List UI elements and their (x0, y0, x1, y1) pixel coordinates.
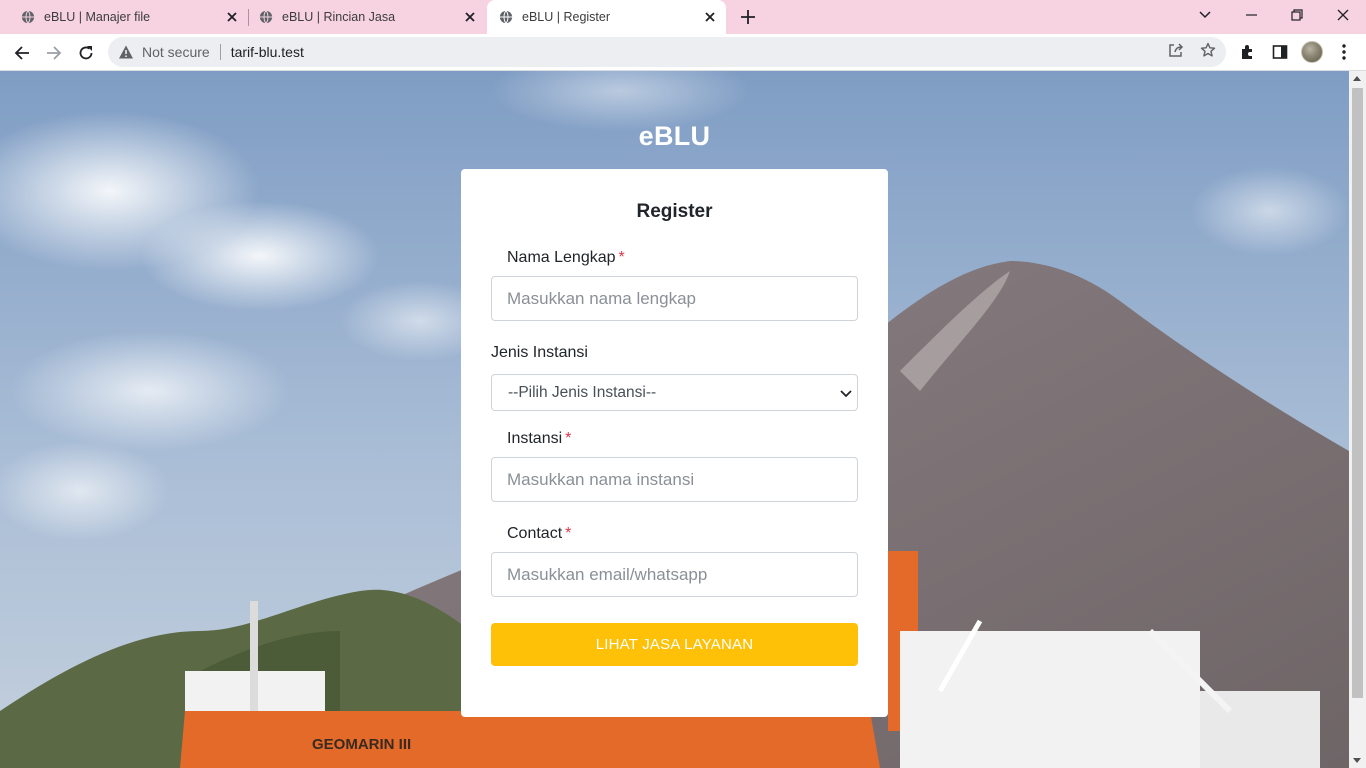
lihat-jasa-layanan-button[interactable]: LIHAT JASA LAYANAN (491, 623, 858, 666)
tab-title: eBLU | Rincian Jasa (282, 10, 396, 24)
side-panel-button[interactable] (1270, 42, 1290, 62)
nama-lengkap-label: Nama Lengkap * (507, 249, 625, 267)
plus-icon (741, 10, 755, 24)
tab-rincian-jasa[interactable]: eBLU | Rincian Jasa (238, 0, 486, 34)
globe-icon (259, 10, 273, 24)
globe-icon (21, 10, 35, 24)
scrollbar-thumb[interactable] (1352, 88, 1363, 698)
contact-input[interactable] (491, 552, 858, 597)
contact-label: Contact * (507, 525, 571, 543)
scroll-down-arrow[interactable] (1353, 758, 1361, 763)
tab-register[interactable]: eBLU | Register (487, 0, 726, 34)
register-card: Register Nama Lengkap* Jenis Instansi --… (461, 169, 888, 717)
star-icon (1200, 42, 1216, 57)
required-mark: * (618, 249, 625, 266)
label-text: Nama Lengkap (507, 249, 616, 266)
chevron-down-icon (840, 390, 852, 398)
tab-search-button[interactable] (1192, 4, 1218, 26)
select-value: --Pilih Jenis Instansi-- (508, 383, 657, 401)
brand-title: eBLU (638, 121, 711, 151)
required-mark: * (565, 430, 572, 447)
reload-icon (79, 46, 93, 60)
browser-toolbar: Not secure tarif-blu.test (0, 34, 1366, 71)
extensions-button[interactable] (1238, 42, 1258, 62)
back-button[interactable] (10, 41, 34, 65)
url-text: tarif-blu.test (230, 44, 304, 60)
page-viewport: GEOMARIN III eBLU Register Nama Lengkap *… (0, 71, 1349, 768)
omnibox-separator (219, 44, 221, 60)
nama-lengkap-input[interactable] (491, 276, 858, 321)
share-button[interactable] (1167, 41, 1185, 59)
minimize-button[interactable] (1238, 4, 1264, 26)
tab-title: eBLU | Manajer file (44, 10, 151, 24)
register-title: Register (636, 201, 713, 222)
tab-title: eBLU | Register (522, 10, 611, 24)
label-text: Contact (507, 525, 563, 542)
tab-strip: eBLU | Manajer file eBLU | Rincian Jasa … (0, 0, 1366, 34)
chevron-down-icon (1199, 11, 1211, 19)
security-label: Not secure (142, 44, 210, 60)
jenis-instansi-select[interactable]: --Pilih Jenis Instansi-- (491, 374, 858, 411)
address-bar[interactable]: Not secure tarif-blu.test (108, 37, 1226, 67)
menu-icon (1342, 44, 1346, 60)
instansi-label: Instansi * (507, 430, 571, 448)
instansi-input[interactable] (491, 457, 858, 502)
close-icon[interactable] (702, 9, 718, 25)
new-tab-button[interactable] (737, 6, 759, 28)
restore-icon (1291, 9, 1303, 21)
bookmark-button[interactable] (1199, 41, 1217, 59)
jenis-instansi-label: Jenis Instansi (491, 344, 588, 361)
page-scrollbar[interactable] (1349, 71, 1366, 768)
ship-name: GEOMARIN III (312, 736, 411, 753)
tab-manajer-file[interactable]: eBLU | Manajer file (0, 0, 248, 34)
warning-icon (119, 45, 133, 59)
label-text: Instansi (507, 430, 563, 447)
browser-menu-button[interactable] (1334, 42, 1354, 62)
forward-button[interactable] (42, 41, 66, 65)
share-icon (1169, 43, 1184, 57)
reload-button[interactable] (74, 41, 98, 65)
required-mark: * (565, 525, 572, 542)
extensions-icon (1242, 45, 1252, 59)
minimize-icon (1245, 14, 1257, 16)
close-icon[interactable] (462, 9, 478, 25)
back-icon (14, 46, 29, 60)
forward-icon (47, 46, 62, 60)
close-icon (1337, 9, 1349, 21)
globe-icon (499, 10, 513, 24)
close-window-button[interactable] (1330, 4, 1356, 26)
side-panel-icon (1272, 45, 1288, 59)
scroll-up-arrow[interactable] (1353, 76, 1361, 81)
restore-button[interactable] (1284, 4, 1310, 26)
profile-avatar[interactable] (1301, 41, 1323, 63)
